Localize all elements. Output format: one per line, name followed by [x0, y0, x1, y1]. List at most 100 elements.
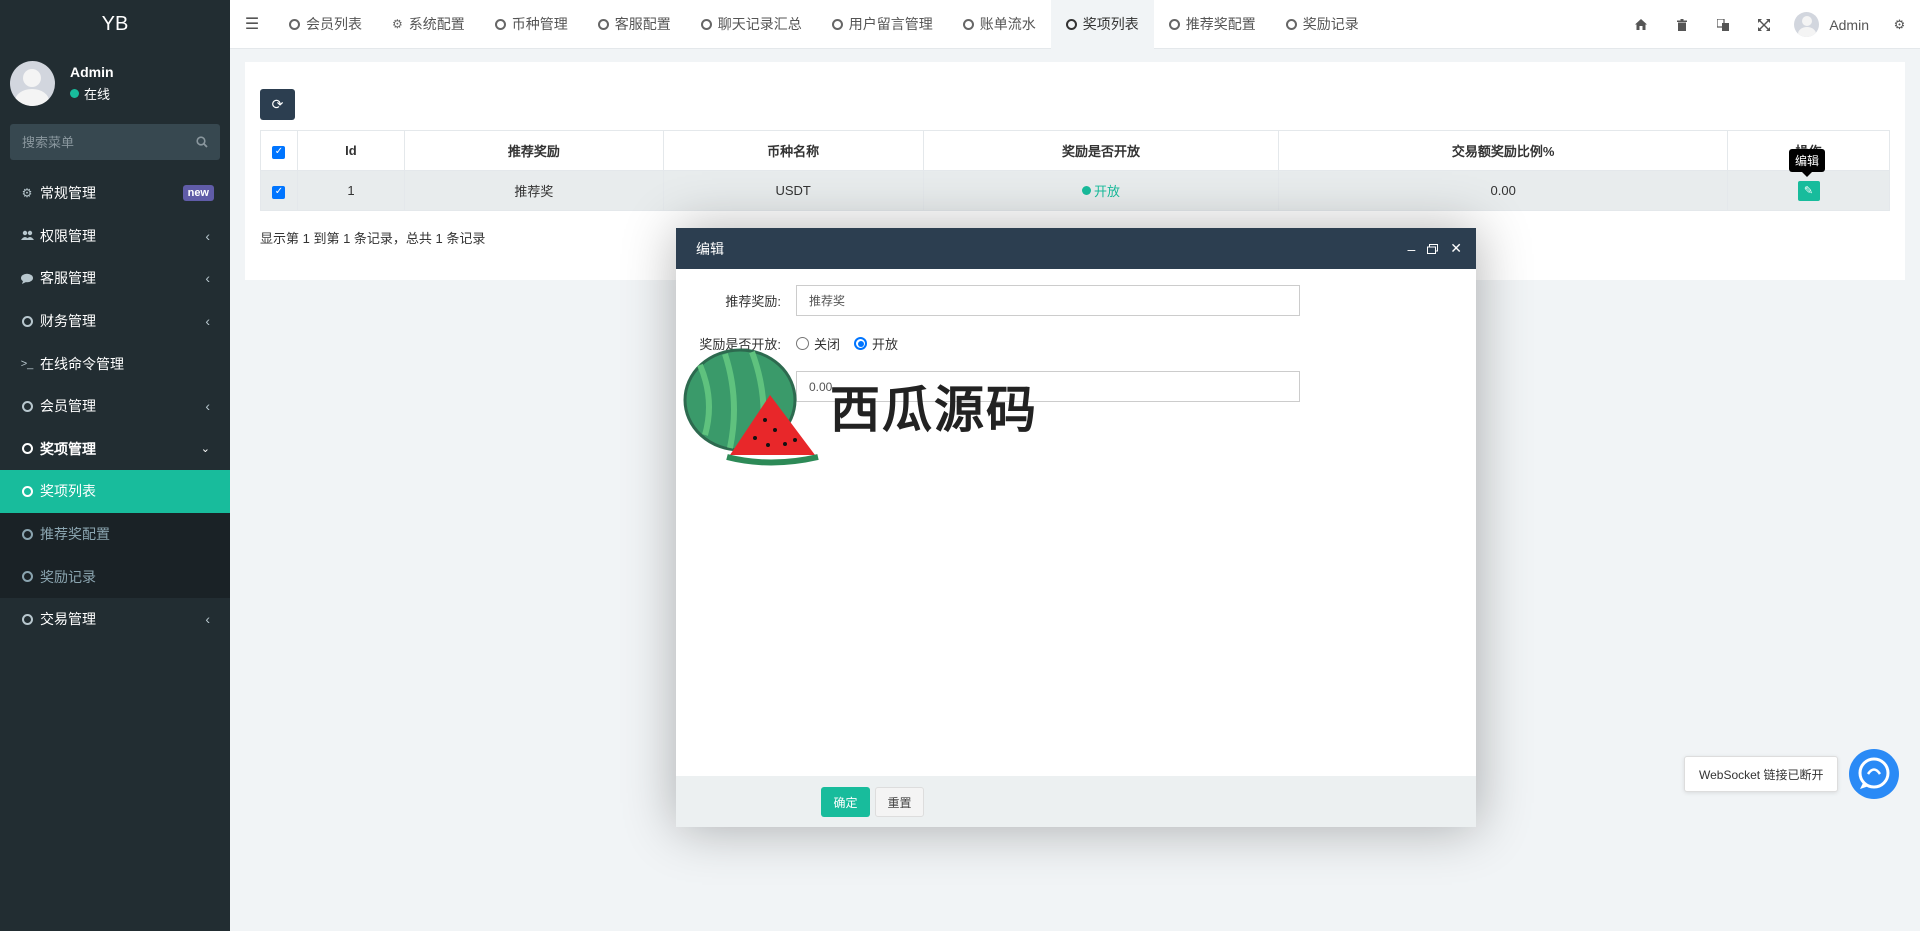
form-row-open: 奖励是否开放: 关闭 开放	[676, 334, 912, 353]
menu-search-input[interactable]	[22, 134, 172, 150]
tab-reward-records[interactable]: 奖励记录	[1271, 0, 1374, 49]
radio-close[interactable]	[796, 337, 809, 350]
ratio-input[interactable]	[796, 371, 1300, 402]
menu-search	[10, 124, 220, 160]
tab-chat-records[interactable]: 聊天记录汇总	[686, 0, 817, 49]
tab-label: 会员列表	[306, 16, 362, 32]
sidebar-item-awards[interactable]: 奖项管理 ⌄	[0, 428, 230, 471]
award-table: ✓ Id 推荐奖励 币种名称 奖励是否开放 交易额奖励比例% 操作 ✓ 1 推荐…	[260, 130, 1890, 211]
status-label: 开放	[1093, 184, 1120, 199]
table-header-row: ✓ Id 推荐奖励 币种名称 奖励是否开放 交易额奖励比例% 操作	[260, 130, 1890, 171]
app-logo[interactable]: YB	[0, 0, 230, 48]
pencil-icon: ✎	[1803, 185, 1814, 197]
tab-award-list[interactable]: 奖项列表	[1050, 0, 1154, 49]
tab-label: 账单流水	[979, 16, 1036, 32]
sidebar-item-permission[interactable]: 权限管理 ‹	[0, 215, 230, 258]
tab-referral-config[interactable]: 推荐奖配置	[1154, 0, 1271, 49]
top-navbar: ☰ 会员列表 ⚙ 系统配置 币种管理 客服配置 聊天记录汇总 用户留言管理 账单流…	[230, 0, 1920, 49]
tab-system-config[interactable]: ⚙ 系统配置	[377, 0, 480, 49]
sidebar-item-online-command[interactable]: >_ 在线命令管理	[0, 342, 230, 385]
tab-label: 聊天记录汇总	[717, 16, 802, 32]
edit-dialog: 编辑 – ✕ 推荐奖励: 奖励是否开放: 关闭 开放 确定 重置	[676, 228, 1476, 827]
chat-button[interactable]	[1849, 749, 1899, 799]
column-header[interactable]: 交易额奖励比例%	[1278, 130, 1729, 171]
avatar	[1794, 12, 1820, 37]
select-all-checkbox[interactable]: ✓	[272, 145, 286, 159]
row-checkbox[interactable]: ✓	[272, 185, 286, 199]
confirm-button[interactable]: 确定	[821, 787, 870, 817]
top-user-name: Admin	[1829, 16, 1869, 33]
sidebar: YB Admin 在线 ⚙ 常规管理 new 权限管理 ‹ 客服管理 ‹ 财务管…	[0, 0, 230, 931]
form-row-ratio	[676, 371, 1300, 402]
user-status-label: 在线	[84, 86, 111, 102]
sidebar-item-reward-records[interactable]: 奖励记录	[0, 555, 230, 598]
circle-icon	[20, 571, 34, 583]
sidebar-item-members[interactable]: 会员管理 ‹	[0, 385, 230, 428]
edit-button[interactable]: ✎	[1797, 180, 1820, 201]
user-status: 在线	[70, 84, 114, 103]
column-header[interactable]: 推荐奖励	[403, 130, 664, 171]
sidebar-item-label: 在线命令管理	[40, 355, 124, 372]
dialog-title: 编辑	[696, 240, 724, 257]
sidebar-item-label: 奖励记录	[40, 568, 96, 585]
websocket-status-tooltip: WebSocket 链接已断开	[1684, 756, 1839, 792]
circle-icon	[20, 613, 34, 625]
trash-icon[interactable]	[1661, 0, 1702, 49]
gears-icon[interactable]: ⚙	[1879, 0, 1920, 49]
sidebar-item-label: 客服管理	[40, 270, 96, 287]
top-right-tools: Admin ⚙	[1620, 0, 1920, 49]
home-icon[interactable]	[1620, 0, 1661, 49]
tab-coin-management[interactable]: 币种管理	[480, 0, 583, 49]
language-icon[interactable]	[1702, 0, 1743, 49]
select-all-cell: ✓	[260, 130, 298, 171]
circle-icon	[20, 528, 34, 540]
minimize-icon[interactable]: –	[1407, 241, 1415, 257]
column-header[interactable]: 币种名称	[662, 130, 924, 171]
cell-ratio: 0.00	[1278, 170, 1729, 211]
dialog-footer: 确定 重置	[676, 776, 1476, 827]
sidebar-item-award-list[interactable]: 奖项列表	[0, 470, 230, 513]
circle-icon	[494, 18, 506, 30]
open-label: 奖励是否开放:	[699, 337, 781, 352]
top-user-menu[interactable]: Admin	[1784, 12, 1879, 37]
sidebar-item-customer-service[interactable]: 客服管理 ‹	[0, 257, 230, 300]
circle-icon	[597, 18, 609, 30]
radio-close-label: 关闭	[814, 337, 841, 352]
cell-reward: 推荐奖	[403, 170, 664, 211]
column-header[interactable]: 奖励是否开放	[922, 130, 1280, 171]
tab-user-messages[interactable]: 用户留言管理	[817, 0, 948, 49]
sidebar-item-label: 财务管理	[40, 313, 96, 330]
maximize-icon[interactable]	[1427, 241, 1439, 257]
dialog-header[interactable]: 编辑 – ✕	[676, 228, 1476, 269]
radio-open[interactable]	[854, 337, 868, 350]
row-select-cell: ✓	[260, 170, 298, 211]
tab-label: 系统配置	[408, 16, 465, 32]
sidebar-item-label: 会员管理	[40, 398, 96, 415]
radio-open-option[interactable]: 开放	[854, 334, 898, 353]
reward-input[interactable]	[796, 285, 1300, 316]
cell-id: 1	[296, 170, 405, 211]
sidebar-item-referral-config[interactable]: 推荐奖配置	[0, 512, 230, 556]
column-header[interactable]: Id	[296, 130, 405, 171]
reset-button[interactable]: 重置	[875, 787, 924, 817]
sidebar-item-finance[interactable]: 财务管理 ‹	[0, 300, 230, 343]
close-icon[interactable]: ✕	[1450, 240, 1462, 257]
table-row[interactable]: ✓ 1 推荐奖 USDT 开放 0.00 ✎	[260, 170, 1890, 211]
tab-customer-service-config[interactable]: 客服配置	[583, 0, 686, 49]
refresh-button[interactable]: ⟳	[260, 89, 295, 120]
circle-icon	[20, 400, 34, 412]
menu-toggle-icon[interactable]: ☰	[230, 0, 274, 49]
radio-close-option[interactable]: 关闭	[796, 334, 840, 353]
fullscreen-icon[interactable]	[1743, 0, 1784, 49]
sidebar-item-general[interactable]: ⚙ 常规管理 new	[0, 172, 230, 215]
circle-icon	[289, 18, 300, 30]
tab-member-list[interactable]: 会员列表	[274, 0, 377, 49]
tab-label: 奖励记录	[1302, 16, 1359, 32]
circle-icon	[20, 443, 34, 455]
sidebar-item-trading[interactable]: 交易管理 ‹	[0, 598, 230, 641]
chevron-left-icon: ‹	[205, 270, 210, 287]
tab-bill-flow[interactable]: 账单流水	[948, 0, 1051, 49]
sidebar-item-label: 奖项管理	[40, 440, 96, 457]
search-icon[interactable]	[196, 136, 208, 148]
user-name: Admin	[70, 63, 114, 80]
